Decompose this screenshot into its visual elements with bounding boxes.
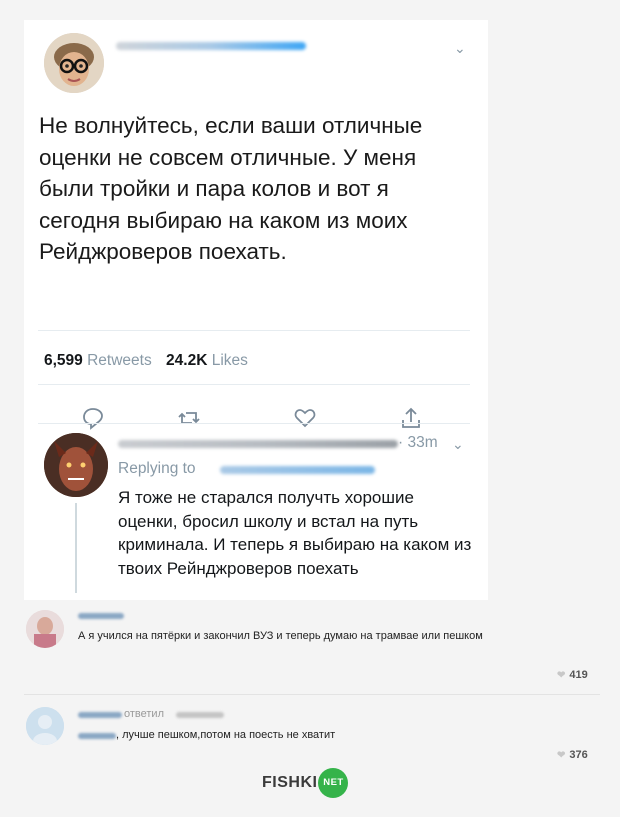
heart-icon: ❤ (557, 670, 566, 681)
likes-label[interactable]: Likes (212, 352, 248, 369)
comment-author-redacted[interactable] (78, 613, 124, 619)
thread-line (75, 503, 77, 593)
watermark-logo: FISHKI NET (262, 768, 349, 798)
retweets-count[interactable]: 6,599 (44, 352, 83, 369)
replied-to-user-redacted[interactable] (176, 712, 224, 718)
comment-author-redacted[interactable] (78, 712, 122, 718)
divider (24, 694, 600, 695)
divider (38, 423, 470, 424)
comment-avatar[interactable] (26, 707, 64, 745)
author-avatar[interactable] (44, 33, 104, 93)
replying-to-label: Replying to (118, 460, 196, 477)
reply-text: Я тоже не старался получть хорошие оценк… (118, 488, 472, 578)
retweet-icon[interactable] (176, 405, 202, 431)
author-avatar-image (44, 33, 104, 93)
comment-likes[interactable]: ❤ 376 (557, 749, 588, 761)
heart-icon: ❤ (557, 750, 566, 761)
likes-count[interactable]: 24.2K (166, 352, 207, 369)
divider (38, 330, 470, 331)
tweet-text: Не волнуйтесь, если ваши отличные оценки… (39, 113, 423, 264)
reply-author-avatar[interactable] (44, 433, 108, 497)
tweet-stats: 6,599 Retweets 24.2K Likes (44, 352, 258, 370)
divider (38, 384, 470, 385)
comment-likes-count: 376 (569, 749, 588, 761)
watermark-badge: NET (318, 768, 349, 798)
author-name-redacted (116, 42, 306, 50)
replied-to-label: ответил (124, 708, 164, 720)
comment-likes[interactable]: ❤ 419 (557, 669, 588, 681)
like-icon[interactable] (292, 405, 318, 431)
chevron-down-icon[interactable]: ⌄ (454, 40, 466, 57)
share-icon[interactable] (398, 405, 424, 431)
comment-text: , лучше пешком,потом на поесть не хватит (116, 729, 336, 741)
retweets-label[interactable]: Retweets (87, 352, 152, 369)
reply-avatar-image (44, 433, 108, 497)
comment-likes-count: 419 (569, 669, 588, 681)
reply-time: · 33m (398, 434, 438, 451)
addressee-redacted[interactable] (78, 733, 116, 739)
comment-text: А я учился на пятёрки и закончил ВУЗ и т… (78, 630, 483, 642)
replying-to-handle-redacted[interactable] (220, 466, 375, 474)
chevron-down-icon[interactable]: ⌄ (452, 436, 464, 453)
reply-author-name-redacted (118, 440, 398, 448)
comment-avatar[interactable] (26, 610, 64, 648)
reply-icon[interactable] (80, 405, 106, 431)
watermark-brand: FISHKI (262, 774, 318, 792)
